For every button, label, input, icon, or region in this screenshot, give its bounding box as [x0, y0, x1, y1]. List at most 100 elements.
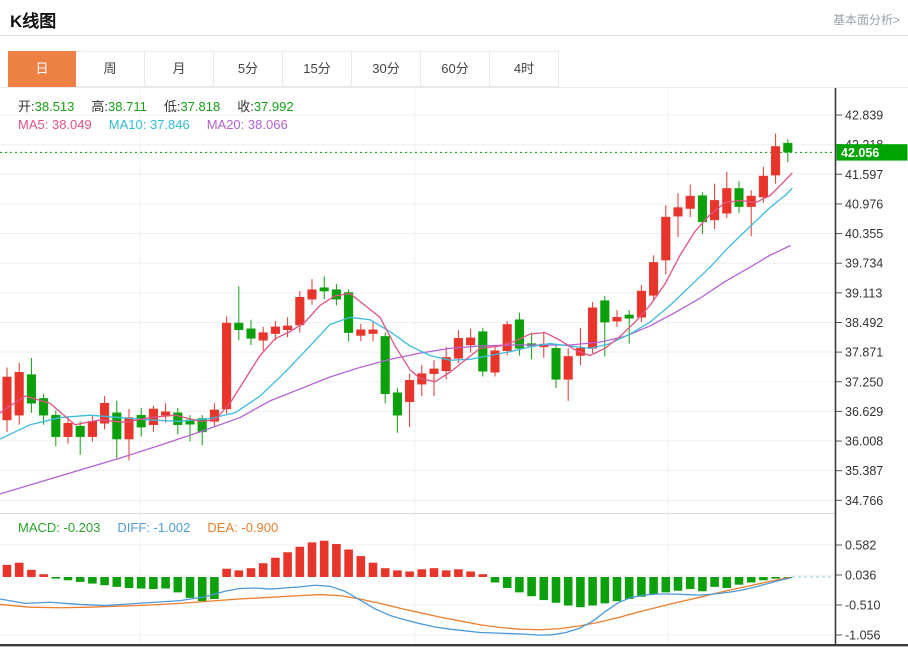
- tab-15min[interactable]: 15分: [283, 51, 352, 87]
- candle: [320, 276, 329, 299]
- ma20-stat: MA20: 38.066: [207, 117, 288, 132]
- macd-bar: [149, 577, 158, 589]
- axis-tick-label: -0.510: [845, 599, 880, 613]
- macd-bar: [320, 541, 329, 577]
- macd-bar: [759, 577, 768, 580]
- tab-week[interactable]: 周: [76, 51, 145, 87]
- macd-bar: [637, 577, 646, 597]
- candle: [76, 421, 85, 454]
- current-price-tag: 42.056: [837, 144, 908, 160]
- ma-legend: MA5: 38.049 MA10: 37.846 MA20: 38.066: [18, 117, 288, 132]
- macd-bar: [625, 577, 634, 599]
- candle: [296, 291, 305, 333]
- macd-bar: [271, 558, 280, 577]
- kline-widget: K线图 基本面分析> 日 周 月 5分 15分 30分 60分 4时 42.83…: [0, 0, 908, 647]
- candle: [308, 279, 317, 305]
- macd-bar: [113, 577, 122, 587]
- macd-bar: [576, 577, 585, 607]
- axis-labels: 42.83942.21841.59740.97640.35539.73439.1…: [836, 109, 883, 643]
- macd-bar: [137, 577, 146, 589]
- macd-bar: [564, 577, 573, 606]
- macd-bar: [649, 577, 658, 595]
- axis-tick-label: 0.582: [845, 538, 876, 552]
- axis-tick-label: 35.387: [845, 464, 883, 478]
- candle: [418, 365, 427, 396]
- axis-tick-label: 40.355: [845, 227, 883, 241]
- macd-bar: [503, 577, 512, 588]
- macd-bar: [283, 552, 292, 577]
- candle: [637, 285, 646, 322]
- dea-stat: DEA: -0.900: [207, 520, 278, 535]
- macd-bar: [52, 577, 61, 579]
- candle: [88, 415, 97, 441]
- axis-tick-label: 39.734: [845, 257, 883, 271]
- candle: [125, 409, 134, 461]
- tab-month[interactable]: 月: [145, 51, 214, 87]
- macd-bar: [369, 563, 378, 577]
- macd-bar: [747, 577, 756, 582]
- macd-bar: [710, 577, 719, 587]
- macd-bar: [235, 570, 244, 577]
- candle: [222, 316, 231, 413]
- axis-tick-label: 36.629: [845, 405, 883, 419]
- candle: [393, 388, 402, 433]
- tab-5min[interactable]: 5分: [214, 51, 283, 87]
- grid-lines: [0, 89, 835, 645]
- axis-tick-label: 0.036: [845, 569, 876, 583]
- candle: [503, 321, 512, 355]
- candle: [491, 346, 500, 377]
- candle: [430, 360, 439, 396]
- candle: [613, 310, 622, 327]
- candle: [27, 358, 36, 413]
- macd-bar: [393, 570, 402, 577]
- candle: [100, 396, 109, 429]
- macd-bar: [735, 577, 744, 585]
- candle: [649, 255, 658, 300]
- macd-bar: [601, 577, 610, 603]
- macd-bar: [381, 568, 390, 577]
- macd-bar: [552, 577, 561, 603]
- candle: [15, 363, 24, 425]
- tab-4hour[interactable]: 4时: [490, 51, 559, 87]
- macd-bar: [527, 577, 536, 596]
- macd-bar: [405, 571, 414, 576]
- candle: [381, 333, 390, 404]
- tab-60min[interactable]: 60分: [421, 51, 490, 87]
- macd-bar: [662, 577, 671, 592]
- candle: [674, 193, 683, 237]
- candle: [686, 185, 695, 217]
- high-stat: 高:38.711: [91, 96, 146, 115]
- axis-tick-label: 40.976: [845, 197, 883, 211]
- macd-bar: [698, 577, 707, 591]
- ma20-line: [0, 246, 790, 494]
- macd-bar: [64, 577, 73, 580]
- open-stat: 开:38.513: [18, 96, 74, 115]
- macd-bar: [174, 577, 183, 592]
- macd-bar: [332, 544, 341, 577]
- axis-tick-label: 37.871: [845, 346, 883, 360]
- candle: [710, 184, 719, 229]
- macd-bar: [418, 569, 427, 577]
- candle: [564, 348, 573, 401]
- macd-bar: [186, 577, 195, 598]
- axis-tick-label: 41.597: [845, 168, 883, 182]
- macd-histogram: [3, 541, 792, 607]
- macd-bar: [588, 577, 597, 606]
- macd-bar: [466, 571, 475, 576]
- candle: [357, 324, 366, 341]
- axis-tick-label: 36.008: [845, 435, 883, 449]
- ohlc-legend: 开:38.513 高:38.711 低:37.818 收:37.992: [18, 96, 294, 115]
- tab-day[interactable]: 日: [8, 51, 76, 87]
- axis-tick-label: 38.492: [845, 316, 883, 330]
- macd-bar: [771, 577, 780, 579]
- candle: [259, 327, 268, 351]
- macd-bar: [3, 565, 12, 577]
- axis-tick-label: -1.056: [845, 629, 880, 643]
- period-tabs: 日 周 月 5分 15分 30分 60分 4时: [8, 51, 559, 87]
- ma10-stat: MA10: 37.846: [109, 117, 190, 132]
- macd-bar: [491, 577, 500, 582]
- axis-tick-label: 42.839: [845, 109, 883, 123]
- tab-30min[interactable]: 30分: [352, 51, 421, 87]
- candle: [735, 181, 744, 213]
- macd-bar: [88, 577, 97, 584]
